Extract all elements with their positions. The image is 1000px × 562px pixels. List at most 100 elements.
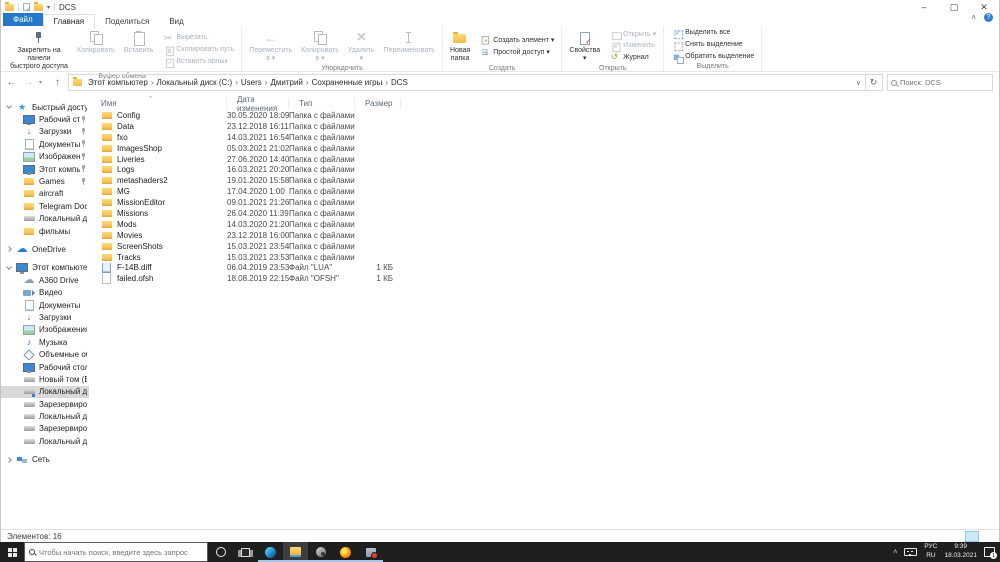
search-input[interactable]	[900, 78, 989, 87]
sidebar-item-локальный-диск-x[interactable]: Локальный диск (X	[1, 435, 89, 447]
sidebar-item-зарезервировано-с[interactable]: Зарезервировано с	[1, 398, 89, 410]
file-row[interactable]: failed.ofsh 18.08.2019 22:15 Файл "OFSH" 1 …	[91, 273, 999, 284]
address-dropdown-button[interactable]: ∨	[856, 79, 861, 87]
sidebar-item-новый-том-b-[interactable]: Новый том (B:)	[1, 373, 89, 385]
sidebar-item-games[interactable]: Games	[1, 175, 89, 187]
qat-dropdown-button[interactable]: ▾	[47, 4, 50, 11]
sidebar-item-зарезервировано-с[interactable]: Зарезервировано с	[1, 423, 89, 435]
file-row[interactable]: fxo 14.03.2021 16:54 Папка с файлами	[91, 132, 999, 143]
history-dropdown-button[interactable]: ▾	[39, 79, 47, 86]
collapse-ribbon-button[interactable]: ˄	[971, 13, 976, 22]
ribbon-button-history[interactable]: Журнал	[605, 52, 660, 63]
file-row[interactable]: Logs 16.03.2021 20:20 Папка с файлами	[91, 164, 999, 175]
language-indicator[interactable]: РУС RU	[924, 543, 937, 561]
file-row[interactable]: Config 30.05.2020 18:09 Папка с файлами	[91, 110, 999, 121]
ribbon-button-copypath[interactable]: Скопировать путь	[158, 44, 238, 57]
tab-Вид[interactable]: Вид	[159, 15, 193, 28]
tab-Поделиться[interactable]: Поделиться	[95, 15, 159, 28]
sidebar-item-рабочий-стол[interactable]: Рабочий стол	[1, 113, 89, 126]
firefox-button[interactable]	[333, 542, 358, 562]
action-center-button[interactable]: 1	[984, 547, 997, 559]
thumbnails-view-button[interactable]	[981, 531, 995, 542]
close-button[interactable]: ✕	[969, 1, 999, 14]
sidebar-item-объемные-объект[interactable]: Объемные объект	[1, 348, 89, 360]
refresh-button[interactable]: ↻	[865, 74, 883, 91]
sidebar-item-этот-компьютер[interactable]: Этот компьютер	[1, 262, 89, 274]
clock[interactable]: 9:39 18.03.2021	[944, 543, 977, 561]
ribbon-button-shortcut[interactable]: Вставить ярлык	[158, 56, 238, 69]
ribbon-button-move[interactable]: Переместитьв ▾	[245, 27, 296, 64]
column-header-0[interactable]: Имя	[91, 95, 227, 109]
file-row[interactable]: Data 23.12.2018 16:11 Папка с файлами	[91, 121, 999, 132]
sidebar-item-музыка[interactable]: Музыка	[1, 336, 89, 348]
screenshot-app-button[interactable]	[358, 542, 383, 562]
tray-expand-button[interactable]: ˄	[893, 549, 897, 556]
edge-button[interactable]	[258, 542, 283, 562]
sidebar-item-изображения[interactable]: Изображения	[1, 151, 89, 163]
taskbar-search-input[interactable]	[39, 547, 203, 557]
breadcrumb-segment[interactable]: Этот компьютер	[85, 77, 151, 88]
ribbon-button-rename[interactable]: Переименовать	[380, 27, 439, 64]
sidebar-item-сеть[interactable]: Сеть	[1, 454, 89, 466]
chevron-down-icon[interactable]	[6, 103, 12, 110]
breadcrumb-segment[interactable]: Users	[238, 77, 265, 88]
sidebar-item-документы[interactable]: Документы	[1, 138, 89, 150]
cortana-button[interactable]	[208, 542, 233, 562]
sidebar-item-локальный-диск-d[interactable]: Локальный диск (D	[1, 213, 89, 225]
ribbon-button-pin[interactable]: Закрепить на панели быстрого доступа	[6, 27, 72, 72]
file-row[interactable]: Mods 14.03.2020 21:20 Папка с файлами	[91, 219, 999, 230]
up-button[interactable]: ↑	[51, 77, 64, 88]
ribbon-button-cut[interactable]: Вырезать	[158, 32, 238, 43]
forward-button[interactable]: →	[22, 77, 35, 88]
tab-Главная[interactable]: Главная	[42, 14, 96, 28]
sidebar-item-видео[interactable]: Видео	[1, 286, 89, 298]
qat-new-folder-button[interactable]	[34, 1, 43, 11]
tab-file[interactable]: Файл	[3, 13, 43, 26]
help-button[interactable]: ?	[984, 13, 993, 22]
sidebar-item-документы[interactable]: Документы	[1, 299, 89, 311]
sidebar-item-aircraft[interactable]: aircraft	[1, 188, 89, 200]
start-button[interactable]	[0, 542, 24, 562]
ribbon-button-delete[interactable]: Удалить▾	[344, 27, 379, 64]
ribbon-button-newfolder[interactable]: Новая папка	[446, 27, 474, 64]
ribbon-button-edit[interactable]: Изменить	[605, 40, 660, 53]
file-explorer-button[interactable]	[283, 542, 308, 562]
file-row[interactable]: MG 17.04.2020 1:00 Папка с файлами	[91, 186, 999, 197]
ribbon-button-deselect[interactable]: Снять выделение	[667, 39, 758, 52]
ribbon-button-open[interactable]: Открыть ▾	[605, 28, 660, 41]
sidebar-item-onedrive[interactable]: OneDrive	[1, 243, 89, 255]
sidebar-item-загрузки[interactable]: Загрузки	[1, 311, 89, 323]
sidebar-item-telegram-documen[interactable]: Telegram Documen	[1, 200, 89, 212]
file-row[interactable]: ScreenShots 15.03.2021 23:54 Папка с файла…	[91, 241, 999, 252]
sidebar-item-быстрый-доступ[interactable]: Быстрый доступ	[1, 101, 89, 113]
breadcrumb-segment[interactable]: Сохраненные игры	[309, 77, 386, 88]
file-row[interactable]: MissionEditor 09.01.2021 21:26 Папка с фай…	[91, 197, 999, 208]
file-row[interactable]: Missions 26.04.2020 11:39 Папка с файлами	[91, 208, 999, 219]
ribbon-button-invert[interactable]: Обратить выделение	[667, 51, 758, 64]
chevron-down-icon[interactable]	[6, 264, 12, 270]
touch-keyboard-icon[interactable]	[904, 548, 918, 556]
back-button[interactable]: ←	[5, 77, 18, 88]
column-header-2[interactable]: Тип	[289, 98, 355, 109]
sidebar-item-рабочий-стол[interactable]: Рабочий стол	[1, 361, 89, 373]
sidebar-item-локальный-диск-h[interactable]: Локальный диск (H	[1, 410, 89, 422]
breadcrumb-segment[interactable]: DCS	[388, 77, 411, 88]
file-row[interactable]: ImagesShop 05.03.2021 21:02 Папка с файлам…	[91, 143, 999, 154]
ribbon-button-copyto[interactable]: Копировать в ▾	[297, 27, 343, 64]
file-row[interactable]: metashaders2 19.01.2020 15:58 Папка с файл…	[91, 175, 999, 186]
sidebar-item-a360-drive[interactable]: A360 Drive	[1, 274, 89, 286]
breadcrumb-segment[interactable]: Дмитрий	[267, 77, 305, 88]
breadcrumb-segment[interactable]: Локальный диск (C:)	[154, 77, 236, 88]
file-row[interactable]: Liveries 27.06.2020 14:40 Папка с файлами	[91, 154, 999, 165]
chevron-right-icon[interactable]	[6, 456, 12, 463]
column-header-3[interactable]: Размер	[355, 98, 401, 109]
restore-button[interactable]: ▢	[939, 1, 969, 14]
sidebar-item-этот-компьютер[interactable]: Этот компьютер	[1, 163, 89, 175]
sidebar-item-изображения[interactable]: Изображения	[1, 324, 89, 336]
sidebar-item-фильмы[interactable]: фильмы	[1, 225, 89, 237]
file-row[interactable]: Tracks 15.03.2021 23:53 Папка с файлами	[91, 252, 999, 263]
qat-properties-button[interactable]	[23, 3, 31, 13]
sidebar-item-загрузки[interactable]: Загрузки	[1, 126, 89, 138]
ribbon-button-easyaccess[interactable]: Простой доступ ▾	[475, 46, 558, 57]
file-row[interactable]: Movies 23.12.2018 16:00 Папка с файлами	[91, 230, 999, 241]
